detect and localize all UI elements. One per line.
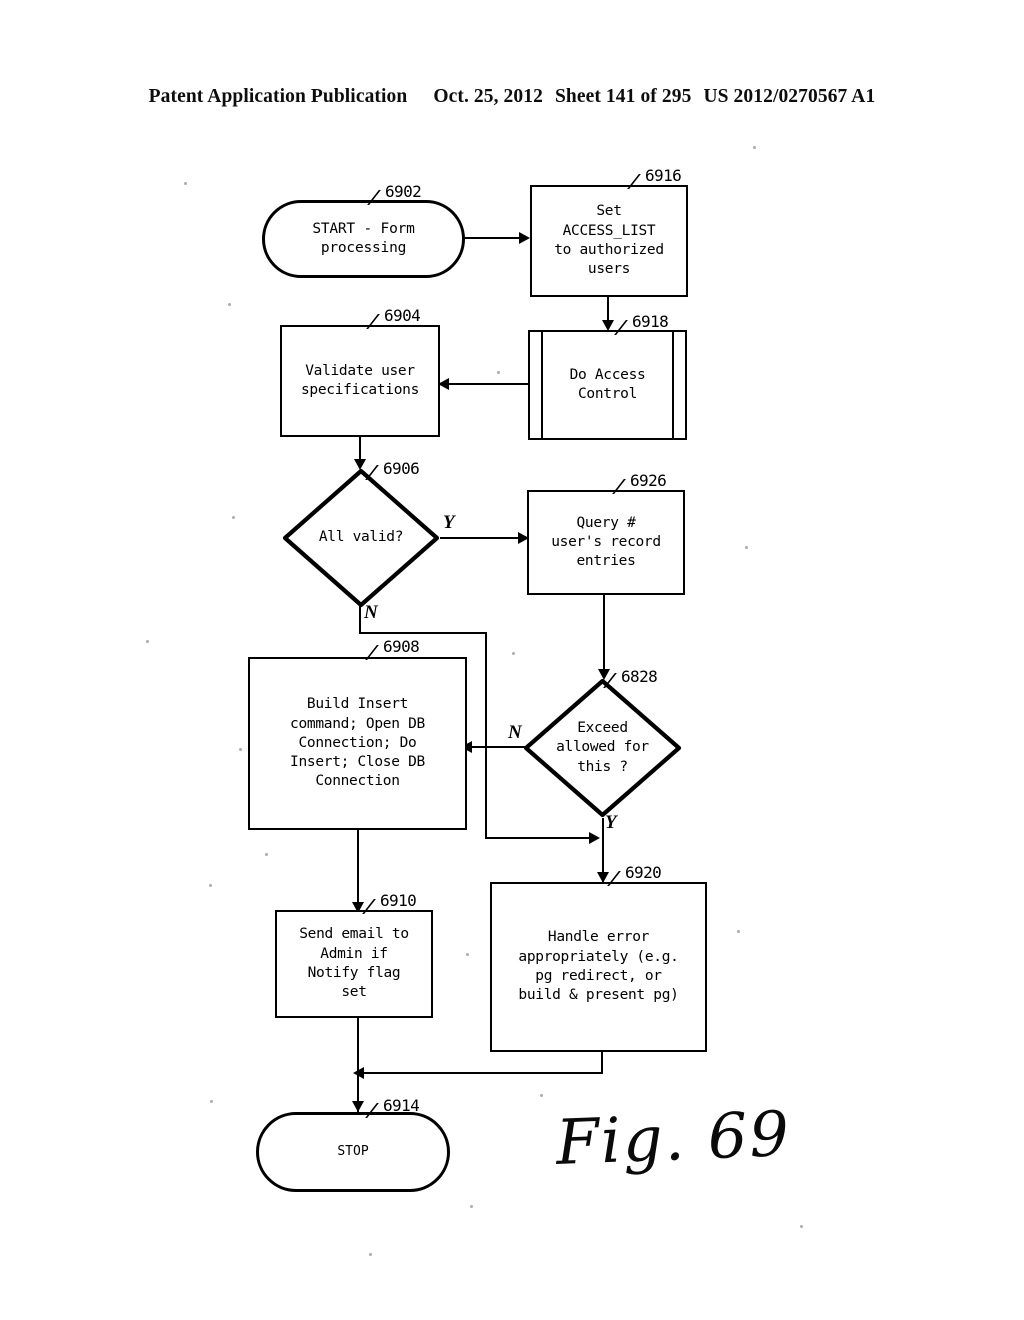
node-validate-user[interactable]: Validate user specifications xyxy=(280,325,440,437)
node-stop-label: STOP xyxy=(337,1144,369,1160)
ref-number-6918: 6918 xyxy=(632,312,669,331)
header-document-number: US 2012/0270567 A1 xyxy=(703,86,876,107)
node-handle-error[interactable]: Handle error appropriately (e.g. pg redi… xyxy=(490,882,707,1052)
node-do-access-control[interactable]: Do Access Control xyxy=(528,330,687,440)
arrowhead-handle-error-merge xyxy=(353,1066,364,1079)
ref-number-6828: 6828 xyxy=(621,667,658,686)
connector-all-valid-no-segment-down2 xyxy=(484,632,487,839)
node-do-access-control-label: Do Access Control xyxy=(569,366,646,402)
arrowhead-start-to-set-access-list xyxy=(519,231,530,244)
branch-label-all-valid-yes: Y xyxy=(443,512,455,533)
connector-build-insert-to-send-email xyxy=(357,830,360,912)
ref-number-6902: 6902 xyxy=(385,182,422,201)
node-set-access-list-label: Set ACCESS_LIST to authorized users xyxy=(554,203,664,278)
scan-speck xyxy=(265,853,268,856)
node-set-access-list[interactable]: Set ACCESS_LIST to authorized users xyxy=(530,185,688,297)
node-all-valid[interactable]: All valid? xyxy=(282,468,440,608)
scan-speck xyxy=(512,652,515,655)
scan-speck xyxy=(470,1205,473,1208)
scan-speck xyxy=(209,884,212,887)
scan-speck xyxy=(184,182,187,185)
scan-speck xyxy=(228,303,231,306)
scan-speck xyxy=(800,1225,803,1228)
scan-speck xyxy=(466,953,469,956)
node-exceed-allowed-label: Exceed allowed for this ? xyxy=(556,720,649,775)
node-send-email-label: Send email to Admin if Notify flag set xyxy=(299,926,409,1001)
node-query-records[interactable]: Query # user's record entries xyxy=(527,490,685,595)
ref-number-6916: 6916 xyxy=(645,166,682,185)
publication-header: Patent Application Publication Oct. 25, 2… xyxy=(0,86,1024,108)
branch-label-all-valid-no: N xyxy=(364,602,378,623)
scan-speck xyxy=(210,1100,213,1103)
branch-label-exceed-no: N xyxy=(508,722,522,743)
ref-number-6906: 6906 xyxy=(383,459,420,478)
node-build-insert[interactable]: Build Insert command; Open DB Connection… xyxy=(248,657,467,830)
ref-number-6914: 6914 xyxy=(383,1096,420,1115)
connector-all-valid-no-segment-down xyxy=(359,606,362,634)
scan-speck xyxy=(232,516,235,519)
predefined-process-bar-right xyxy=(671,332,674,438)
node-exceed-allowed[interactable]: Exceed allowed for this ? xyxy=(523,678,682,818)
connector-handle-error-down xyxy=(601,1052,604,1074)
connector-do-access-control-to-validate-user xyxy=(444,383,530,386)
header-publication-title: Patent Application Publication xyxy=(148,86,408,107)
node-handle-error-label: Handle error appropriately (e.g. pg redi… xyxy=(518,929,679,1004)
connector-handle-error-merge-left xyxy=(359,1072,603,1075)
connector-query-records-to-exceed-allowed xyxy=(603,595,606,673)
ref-number-6926: 6926 xyxy=(630,471,667,490)
node-send-email[interactable]: Send email to Admin if Notify flag set xyxy=(275,910,433,1018)
ref-number-6910: 6910 xyxy=(380,891,417,910)
node-validate-user-label: Validate user specifications xyxy=(300,362,420,398)
header-date: Oct. 25, 2012 xyxy=(433,86,543,107)
scan-speck xyxy=(540,1094,543,1097)
scan-speck xyxy=(146,640,149,643)
arrowhead-into-stop xyxy=(352,1101,364,1112)
scan-speck xyxy=(239,748,242,751)
predefined-process-bar-left xyxy=(541,332,544,438)
connector-all-valid-no-segment-to-yes-line xyxy=(484,837,598,840)
scan-speck xyxy=(497,371,500,374)
arrowhead-all-valid-no-join xyxy=(589,831,600,844)
patent-figure-page: Patent Application Publication Oct. 25, 2… xyxy=(0,0,1024,1320)
connector-all-valid-no-segment-right xyxy=(359,632,487,635)
scan-speck xyxy=(369,1253,372,1256)
connector-exceed-no-to-build-insert xyxy=(467,746,525,749)
ref-number-6920: 6920 xyxy=(625,863,662,882)
branch-label-exceed-yes: Y xyxy=(605,812,617,833)
node-start[interactable]: START - Form processing xyxy=(262,200,465,278)
scan-speck xyxy=(737,930,740,933)
scan-speck xyxy=(745,546,748,549)
ref-number-6904: 6904 xyxy=(384,306,421,325)
node-query-records-label: Query # user's record entries xyxy=(551,514,661,570)
connector-all-valid-yes-to-query-records xyxy=(440,537,521,540)
ref-number-6908: 6908 xyxy=(383,637,420,656)
node-all-valid-label: All valid? xyxy=(318,529,404,546)
node-stop[interactable]: STOP xyxy=(256,1112,450,1192)
figure-caption: Fig. 69 xyxy=(554,1097,793,1179)
scan-speck xyxy=(753,146,756,149)
connector-start-to-set-access-list xyxy=(465,237,521,240)
node-build-insert-label: Build Insert command; Open DB Connection… xyxy=(290,696,425,790)
node-start-label: START - Form processing xyxy=(312,220,415,256)
header-sheet: Sheet 141 of 295 xyxy=(554,86,692,107)
